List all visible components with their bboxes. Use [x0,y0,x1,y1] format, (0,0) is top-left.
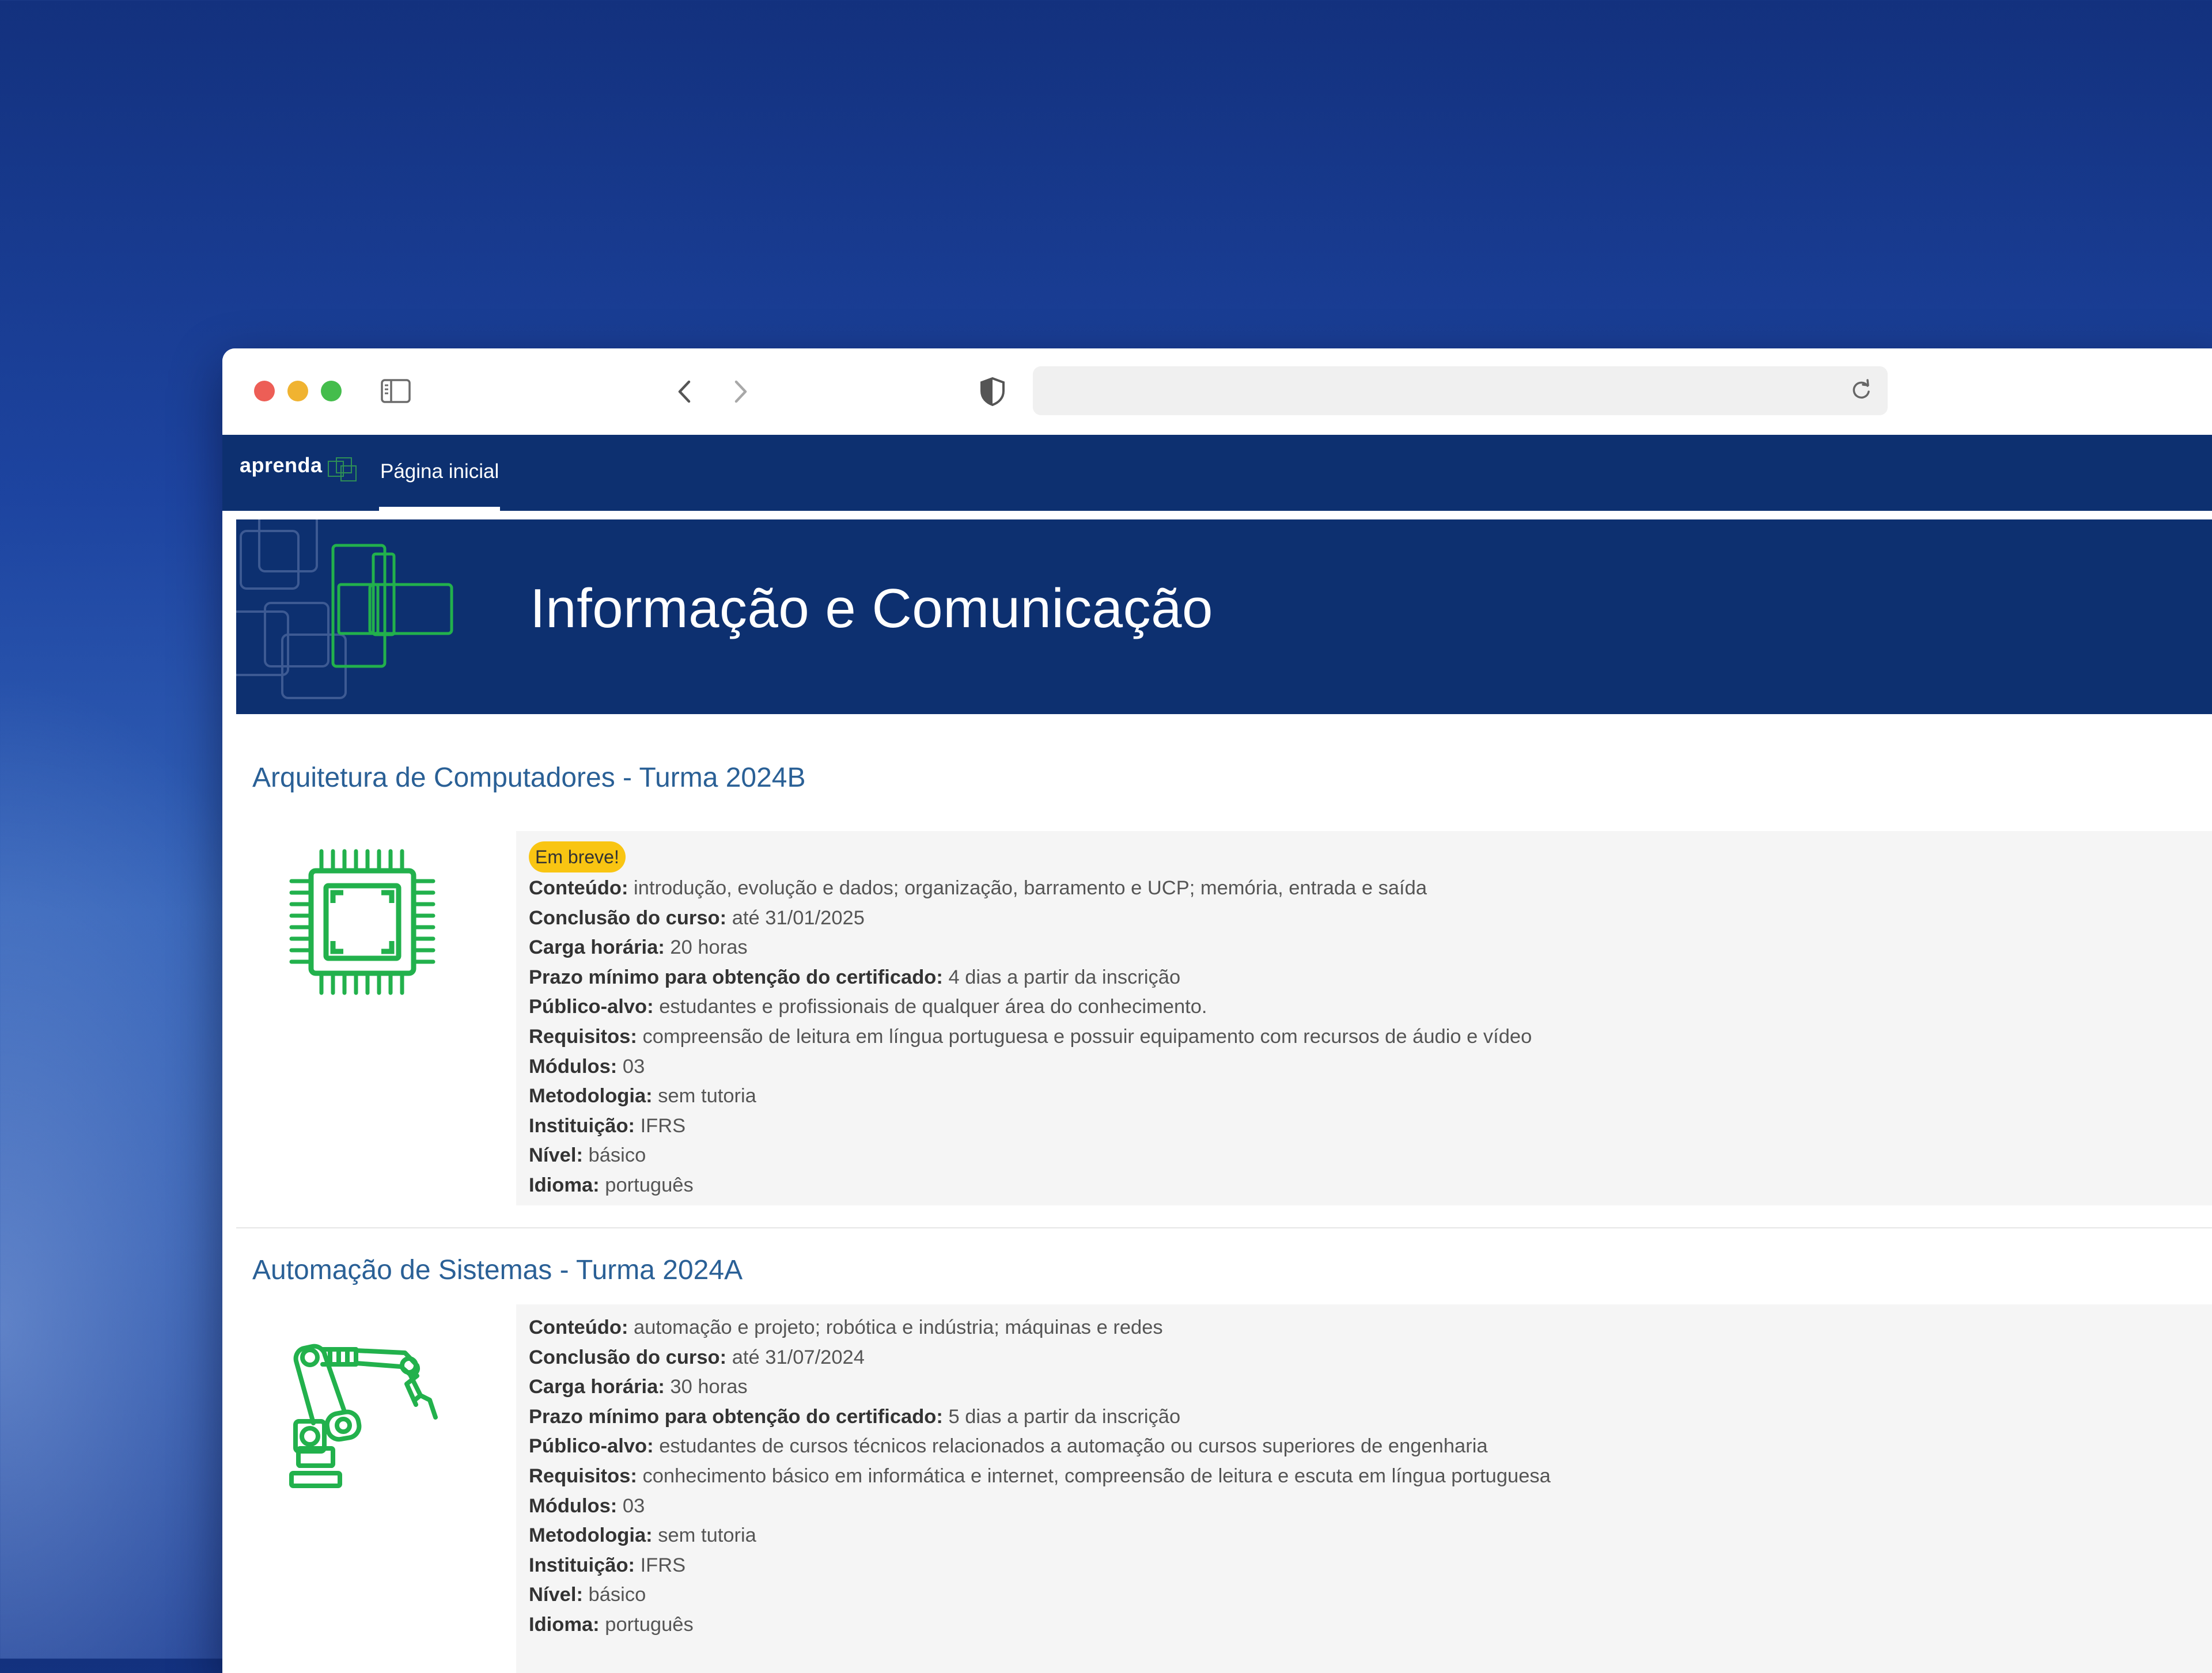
privacy-shield-icon[interactable] [978,376,1007,407]
sidebar-toggle-icon[interactable] [381,378,411,404]
course-details: Em breve! Conteúdo: introdução, evolução… [529,841,1532,1201]
detail-row: Instituição: IFRS [529,1554,686,1576]
course-details-box: Em breve! Conteúdo: introdução, evolução… [516,831,2212,1205]
detail-row: Carga horária: 30 horas [529,1376,748,1398]
detail-row: Prazo mínimo para obtenção do certificad… [529,966,1181,988]
detail-row: Nível: básico [529,1144,646,1167]
reload-icon[interactable] [1849,378,1874,403]
course-details-box: Conteúdo: automação e projeto; robótica … [516,1304,2212,1673]
detail-row: Conclusão do curso: até 31/07/2024 [529,1346,865,1368]
forward-arrow-icon[interactable] [727,377,752,406]
browser-toolbar [222,348,2212,436]
back-arrow-icon[interactable] [673,377,698,406]
nav-home-label: Página inicial [380,460,499,483]
detail-row: Prazo mínimo para obtenção do certificad… [529,1405,1181,1428]
category-title: Informação e Comunicação [530,578,1213,639]
course-title-link[interactable]: Automação de Sistemas - Turma 2024A [252,1254,743,1286]
detail-row: Módulos: 03 [529,1494,645,1517]
status-badge: Em breve! [529,841,626,872]
logo-mark-icon [328,457,357,481]
detail-row: Público-alvo: estudantes e profissionais… [529,996,1207,1018]
course-details: Conteúdo: automação e projeto; robótica … [529,1313,1551,1640]
detail-row: Carga horária: 20 horas [529,936,748,959]
detail-row: Instituição: IFRS [529,1114,686,1137]
site-navbar: aprenda Página inicial [222,435,2212,511]
browser-window: aprenda Página inicial Informação e Comu… [222,348,2212,1673]
detail-row: Requisitos: compreensão de leitura em lí… [529,1025,1532,1048]
cpu-chip-icon [287,847,438,997]
detail-row: Conteúdo: automação e projeto; robótica … [529,1317,1163,1338]
detail-row: Nível: básico [529,1584,646,1606]
detail-row: Conclusão do curso: até 31/01/2025 [529,906,865,929]
detail-row: Metodologia: sem tutoria [529,1085,756,1107]
detail-row: Idioma: português [529,1613,694,1636]
detail-row: Público-alvo: estudantes de cursos técni… [529,1435,1488,1458]
logo-text: aprenda [240,453,323,477]
aprenda-logo[interactable]: aprenda [240,447,361,499]
detail-row: Módulos: 03 [529,1055,645,1078]
squares-pattern-icon [236,519,453,699]
active-tab-indicator [379,507,501,511]
close-window-button[interactable] [254,381,275,401]
robot-arm-icon [287,1338,438,1493]
detail-row: Requisitos: conhecimento básico em infor… [529,1465,1551,1487]
maximize-window-button[interactable] [321,381,342,401]
detail-row: Metodologia: sem tutoria [529,1524,756,1547]
address-bar[interactable] [1033,366,1888,415]
detail-row: Idioma: português [529,1174,694,1196]
divider [236,1227,2212,1228]
minimize-window-button[interactable] [287,381,308,401]
category-banner: Informação e Comunicação [236,519,2212,714]
nav-home-tab[interactable]: Página inicial [379,435,501,511]
detail-row: Conteúdo: introdução, evolução e dados; … [529,877,1427,899]
course-title-link[interactable]: Arquitetura de Computadores - Turma 2024… [252,762,806,794]
